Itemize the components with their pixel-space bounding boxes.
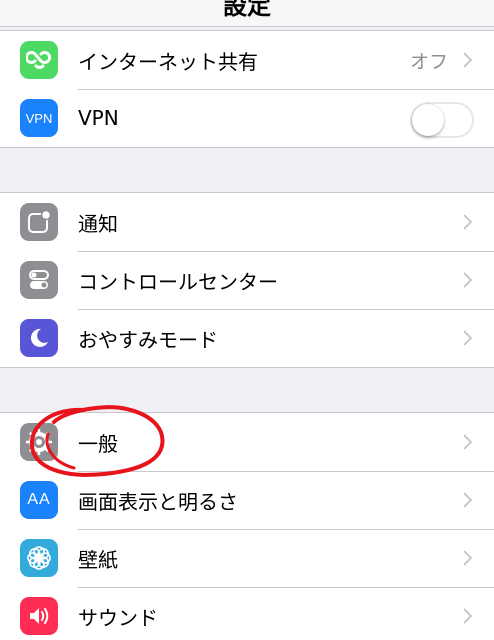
navigation-bar: 設定 [0,0,494,27]
vpn-icon: VPN [20,99,58,137]
settings-row-do-not-disturb[interactable]: おやすみモード [0,309,494,367]
notifications-icon [20,203,58,241]
chevron-right-icon [463,52,472,68]
settings-row-label: 通知 [78,211,118,236]
page-title: 設定 [223,0,271,20]
sounds-icon [20,597,58,635]
settings-row-label: 画面表示と明るさ [78,489,238,514]
toggle-knob [412,104,444,136]
settings-group-network: インターネット共有 オフ VPN VPN [0,30,494,148]
settings-row-label: コントロールセンター [78,269,278,294]
settings-row-label: VPN [78,106,119,130]
settings-group-general: 一般 AA 画面表示と明るさ 壁紙 サウンド [0,412,494,640]
settings-row-label: 一般 [78,431,118,456]
settings-row-label: インターネット共有 [78,49,258,74]
settings-screen: 設定 インターネット共有 オフ VPN VPN 通知 コントロールセンター おや… [0,0,494,640]
settings-row-general[interactable]: 一般 [0,413,494,471]
display-icon-text: AA [27,491,51,508]
control-center-icon [20,261,58,299]
chevron-right-icon [463,550,472,566]
settings-row-notifications[interactable]: 通知 [0,193,494,251]
settings-row-wallpaper[interactable]: 壁紙 [0,529,494,587]
settings-group-notifications: 通知 コントロールセンター おやすみモード [0,192,494,368]
display-brightness-icon: AA [20,481,58,519]
chevron-right-icon [463,434,472,450]
chevron-right-icon [463,492,472,508]
settings-row-label: おやすみモード [78,327,218,352]
settings-row-vpn[interactable]: VPN VPN [0,89,494,147]
hotspot-status-value: オフ [409,50,448,73]
chevron-right-icon [463,330,472,346]
settings-row-label: 壁紙 [78,547,118,572]
settings-row-sounds[interactable]: サウンド [0,587,494,640]
settings-row-display-brightness[interactable]: AA 画面表示と明るさ [0,471,494,529]
chevron-right-icon [463,272,472,288]
personal-hotspot-icon [20,41,58,79]
settings-row-personal-hotspot[interactable]: インターネット共有 オフ [0,31,494,89]
gear-icon [20,423,58,461]
settings-row-control-center[interactable]: コントロールセンター [0,251,494,309]
settings-row-label: サウンド [78,605,158,630]
wallpaper-icon [20,539,58,577]
chevron-right-icon [463,214,472,230]
vpn-icon-text: VPN [25,110,53,126]
do-not-disturb-icon [20,319,58,357]
vpn-toggle-switch[interactable] [410,102,474,138]
chevron-right-icon [463,608,472,624]
